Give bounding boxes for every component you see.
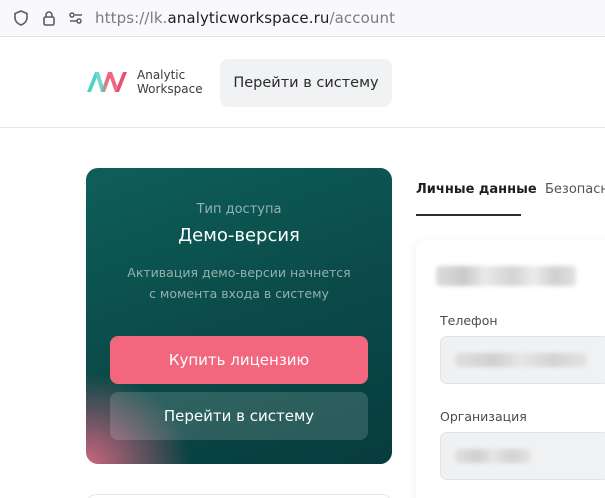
tab-personal-data[interactable]: Личные данные bbox=[416, 182, 537, 197]
logo-text: Analytic Workspace bbox=[137, 68, 203, 96]
logo-icon[interactable] bbox=[86, 70, 132, 94]
url-prefix: https://lk. bbox=[95, 9, 168, 27]
browser-address-bar: https://lk.analyticworkspace.ru/account bbox=[0, 0, 605, 37]
permissions-icon[interactable] bbox=[67, 9, 85, 27]
url-host: analyticworkspace.ru bbox=[167, 9, 330, 27]
organization-value-redacted bbox=[455, 449, 531, 463]
shield-icon[interactable] bbox=[12, 9, 30, 27]
organization-label: Организация bbox=[440, 409, 527, 424]
logo-line-2: Workspace bbox=[137, 82, 203, 96]
next-card-edge bbox=[86, 494, 392, 498]
active-tab-indicator bbox=[416, 214, 521, 216]
access-type-label: Тип доступа bbox=[196, 202, 282, 217]
tab-security[interactable]: Безопасн bbox=[545, 182, 605, 197]
phone-value-redacted bbox=[455, 353, 587, 367]
goto-system-card-button[interactable]: Перейти в систему bbox=[110, 392, 368, 440]
url-field[interactable]: https://lk.analyticworkspace.ru/account bbox=[95, 9, 395, 27]
url-path: /account bbox=[329, 9, 396, 27]
access-type-card: Тип доступа Демо-версия Активация демо-в… bbox=[86, 168, 392, 464]
lock-icon[interactable] bbox=[40, 9, 58, 27]
access-type-title: Демо-версия bbox=[178, 225, 300, 246]
account-tabs: Личные данные Безопасн bbox=[392, 128, 605, 218]
goto-system-header-button[interactable]: Перейти в систему bbox=[220, 59, 392, 107]
access-type-description: Активация демо-версии начнется с момента… bbox=[127, 265, 351, 301]
phone-field[interactable] bbox=[440, 336, 605, 384]
phone-label: Телефон bbox=[440, 313, 498, 328]
buy-license-button[interactable]: Купить лицензию bbox=[110, 336, 368, 384]
organization-field[interactable] bbox=[440, 432, 605, 480]
logo-line-1: Analytic bbox=[137, 68, 186, 82]
profile-name-redacted bbox=[436, 266, 576, 286]
